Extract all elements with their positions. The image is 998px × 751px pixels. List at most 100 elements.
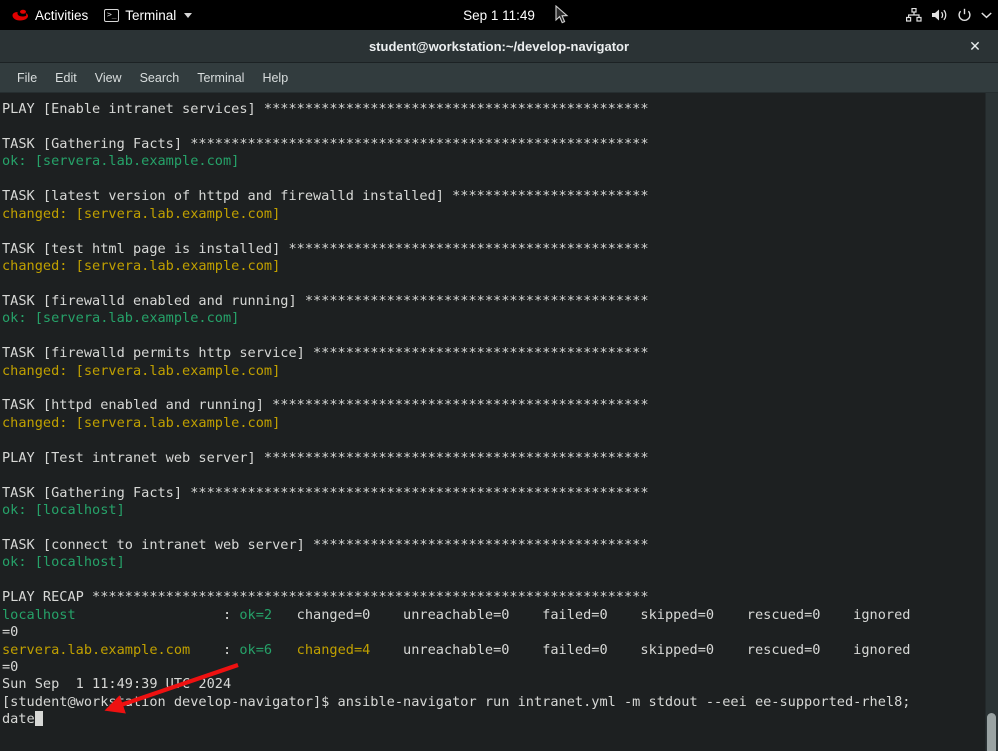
terminal-line: TASK [firewalld enabled and running] ***… <box>2 293 910 310</box>
terminal-line: TASK [latest version of httpd and firewa… <box>2 188 910 205</box>
system-tray[interactable] <box>906 0 992 30</box>
terminal-line <box>2 380 910 397</box>
page-title: student@workstation:~/develop-navigator <box>369 39 629 54</box>
terminal-icon: >_ <box>104 9 119 22</box>
terminal-line: changed: [servera.lab.example.com] <box>2 206 910 223</box>
terminal-segment: ok: [localhost] <box>2 554 125 570</box>
menu-item-view[interactable]: View <box>86 68 131 88</box>
terminal-segment: TASK [connect to intranet web server] **… <box>2 537 649 553</box>
terminal-segment: ok=2 <box>239 607 296 623</box>
terminal-segment: unreachable=0 failed=0 skipped=0 rescued… <box>395 642 911 658</box>
menu-item-file[interactable]: File <box>8 68 46 88</box>
terminal-segment: TASK [firewalld enabled and running] ***… <box>2 293 649 309</box>
terminal-line <box>2 328 910 345</box>
terminal-segment: Sun Sep 1 11:49:39 UTC 2024 <box>2 676 231 692</box>
terminal-line: changed: [servera.lab.example.com] <box>2 415 910 432</box>
terminal-segment: date <box>2 711 35 727</box>
terminal-segment: changed: [servera.lab.example.com] <box>2 415 280 431</box>
terminal-segment: =0 <box>2 659 18 675</box>
terminal-segment: TASK [httpd enabled and running] *******… <box>2 397 649 413</box>
terminal-segment: servera.lab.example.com <box>2 642 190 658</box>
terminal-line: ok: [servera.lab.example.com] <box>2 310 910 327</box>
chevron-down-icon <box>981 11 992 19</box>
terminal-segment: ok: [servera.lab.example.com] <box>2 310 239 326</box>
terminal-segment: [student@workstation develop-navigator]$… <box>2 694 910 710</box>
terminal-line: date <box>2 711 910 728</box>
terminal-line <box>2 572 910 589</box>
close-icon[interactable]: ✕ <box>966 37 984 55</box>
volume-icon <box>931 8 948 22</box>
terminal-segment: =0 <box>2 624 18 640</box>
terminal-segment: changed: [servera.lab.example.com] <box>2 206 280 222</box>
terminal-line: localhost : ok=2 changed=0 unreachable=0… <box>2 607 910 624</box>
terminal-segment: PLAY [Test intranet web server] ********… <box>2 450 649 466</box>
terminal-output-area[interactable]: PLAY [Enable intranet services] ********… <box>0 93 998 751</box>
terminal-segment: : <box>190 642 239 658</box>
terminal-segment: ok=6 <box>239 642 296 658</box>
network-icon <box>906 8 922 22</box>
terminal-line <box>2 118 910 135</box>
scrollbar[interactable] <box>985 93 998 751</box>
terminal-line: ok: [localhost] <box>2 502 910 519</box>
terminal-line: TASK [Gathering Facts] *****************… <box>2 136 910 153</box>
terminal-line: changed: [servera.lab.example.com] <box>2 363 910 380</box>
menu-item-edit[interactable]: Edit <box>46 68 86 88</box>
terminal-line: TASK [connect to intranet web server] **… <box>2 537 910 554</box>
terminal-line <box>2 432 910 449</box>
window-title-bar[interactable]: student@workstation:~/develop-navigator … <box>0 30 998 63</box>
terminal-segment: : <box>76 607 240 623</box>
terminal-line: PLAY [Test intranet web server] ********… <box>2 450 910 467</box>
terminal-segment: changed: [servera.lab.example.com] <box>2 363 280 379</box>
terminal-segment: localhost <box>2 607 76 623</box>
activities-label: Activities <box>35 8 88 23</box>
app-menu-label: Terminal <box>125 8 176 23</box>
terminal-window: student@workstation:~/develop-navigator … <box>0 30 998 751</box>
terminal-line: TASK [test html page is installed] *****… <box>2 241 910 258</box>
scrollbar-thumb[interactable] <box>987 713 996 751</box>
terminal-line <box>2 520 910 537</box>
activities-button[interactable]: Activities <box>4 0 96 30</box>
mouse-cursor-icon <box>555 5 571 25</box>
terminal-line: TASK [Gathering Facts] *****************… <box>2 485 910 502</box>
terminal-segment: TASK [test html page is installed] *****… <box>2 241 649 257</box>
terminal-segment: changed=0 unreachable=0 failed=0 skipped… <box>297 607 911 623</box>
terminal-line <box>2 467 910 484</box>
clock-label: Sep 1 11:49 <box>463 8 535 23</box>
terminal-line: TASK [httpd enabled and running] *******… <box>2 397 910 414</box>
terminal-segment: TASK [firewalld permits http service] **… <box>2 345 649 361</box>
terminal-line: =0 <box>2 624 910 641</box>
menu-item-help[interactable]: Help <box>253 68 297 88</box>
terminal-cursor <box>35 711 43 726</box>
terminal-segment: changed=4 <box>297 642 395 658</box>
terminal-line: Sun Sep 1 11:49:39 UTC 2024 <box>2 676 910 693</box>
menu-item-terminal[interactable]: Terminal <box>188 68 253 88</box>
terminal-line: servera.lab.example.com : ok=6 changed=4… <box>2 642 910 659</box>
redhat-logo-icon <box>12 9 29 22</box>
power-icon <box>957 8 972 22</box>
terminal-segment: ok: [localhost] <box>2 502 125 518</box>
menu-item-search[interactable]: Search <box>131 68 189 88</box>
terminal-line: changed: [servera.lab.example.com] <box>2 258 910 275</box>
terminal-segment: PLAY [Enable intranet services] ********… <box>2 101 649 117</box>
terminal-segment: TASK [latest version of httpd and firewa… <box>2 188 649 204</box>
terminal-line: PLAY RECAP *****************************… <box>2 589 910 606</box>
terminal-line <box>2 275 910 292</box>
chevron-down-icon <box>184 13 192 18</box>
terminal-segment: TASK [Gathering Facts] *****************… <box>2 485 649 501</box>
terminal-segment: ok: [servera.lab.example.com] <box>2 153 239 169</box>
terminal-line: TASK [firewalld permits http service] **… <box>2 345 910 362</box>
terminal-line: ok: [localhost] <box>2 554 910 571</box>
terminal-icon-glyph: >_ <box>107 11 117 19</box>
gnome-top-bar: Activities >_ Terminal Sep 1 11:49 <box>0 0 998 30</box>
terminal-line: =0 <box>2 659 910 676</box>
terminal-segment: changed: [servera.lab.example.com] <box>2 258 280 274</box>
terminal-line: PLAY [Enable intranet services] ********… <box>2 101 910 118</box>
terminal-line <box>2 171 910 188</box>
menu-bar: File Edit View Search Terminal Help <box>0 63 998 93</box>
terminal-segment: PLAY RECAP *****************************… <box>2 589 649 605</box>
app-menu-terminal[interactable]: >_ Terminal <box>96 0 200 30</box>
terminal-line <box>2 223 910 240</box>
terminal-line: [student@workstation develop-navigator]$… <box>2 694 910 711</box>
terminal-line: ok: [servera.lab.example.com] <box>2 153 910 170</box>
terminal-segment: TASK [Gathering Facts] *****************… <box>2 136 649 152</box>
